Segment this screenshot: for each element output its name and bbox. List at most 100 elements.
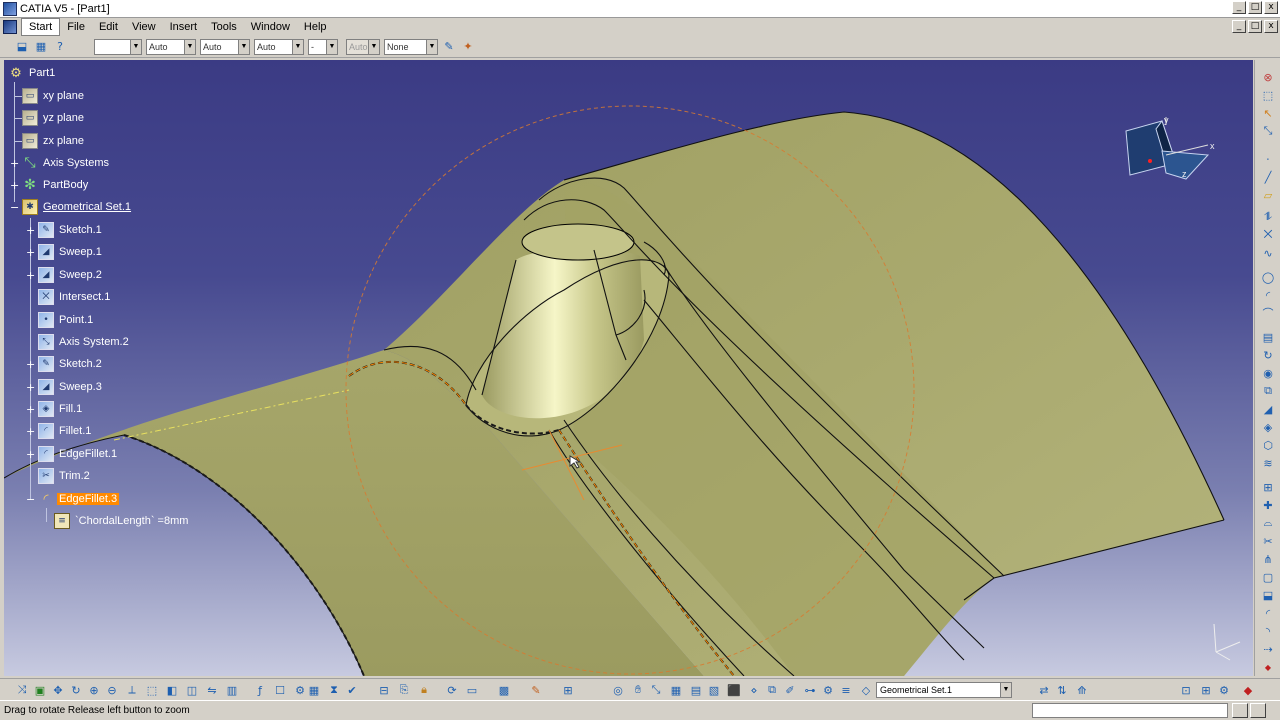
- wizard-icon[interactable]: ✦: [460, 39, 476, 55]
- compass-icon[interactable]: y x z: [1116, 115, 1216, 195]
- collapse-icon[interactable]: −: [26, 494, 35, 505]
- shading-icon[interactable]: ◧: [164, 682, 180, 698]
- expand-icon[interactable]: +: [26, 270, 35, 281]
- plane-icon[interactable]: ▱: [1260, 188, 1276, 202]
- healing-icon[interactable]: ✚: [1260, 498, 1276, 512]
- translate-icon[interactable]: ⇢: [1260, 642, 1276, 656]
- point-icon[interactable]: ⋅: [1260, 152, 1276, 166]
- multi-view-icon[interactable]: ⧉: [764, 682, 780, 698]
- tree-item-chordal-length[interactable]: ≡ `ChordalLength` =8mm: [54, 512, 190, 530]
- sphere-icon[interactable]: ◉: [1260, 366, 1276, 380]
- point-type-select[interactable]: - ▼: [308, 38, 338, 55]
- tree-item-point-1[interactable]: • Point.1: [38, 311, 95, 329]
- arrow-icon[interactable]: ↖: [1260, 106, 1276, 120]
- current-set-select[interactable]: Geometrical Set.1 ▼: [876, 682, 1012, 698]
- tree-item-sweep-2[interactable]: ◢ Sweep.2: [38, 266, 104, 284]
- tree-item-xy-plane[interactable]: ▭ xy plane: [22, 87, 86, 105]
- lock-icon[interactable]: 🔒︎: [416, 682, 432, 698]
- close-button[interactable]: x: [1264, 1, 1278, 14]
- tree-item-edgefillet-3[interactable]: ◜ EdgeFillet.3: [38, 490, 120, 508]
- select-icon[interactable]: ▣: [32, 682, 48, 698]
- select-icon[interactable]: ⬓: [14, 39, 30, 55]
- list-icon[interactable]: ≡: [838, 682, 854, 698]
- tree-item-sketch-1[interactable]: ✎ Sketch.1: [38, 221, 104, 239]
- tree-view-icon[interactable]: ⊶: [802, 682, 818, 698]
- grid-icon[interactable]: ▦: [668, 682, 684, 698]
- swap-visible-icon[interactable]: ⇋: [204, 682, 220, 698]
- edit-icon[interactable]: ✐: [782, 682, 798, 698]
- line-icon[interactable]: ╱: [1260, 170, 1276, 184]
- formula-icon[interactable]: ƒ: [252, 682, 268, 698]
- 3d-viewport[interactable]: ⚙ Part1 ▭ xy plane ▭ yz plane ▭ zx plane…: [4, 60, 1253, 676]
- copy-icon[interactable]: ⎘: [396, 682, 412, 698]
- hand-icon[interactable]: ✋︎: [630, 682, 646, 698]
- measure-icon[interactable]: ⊞: [560, 682, 576, 698]
- iso-view-icon[interactable]: ⬚: [144, 682, 160, 698]
- grid-snap-icon[interactable]: ▤: [688, 682, 704, 698]
- expand-icon[interactable]: +: [26, 225, 35, 236]
- transparency-select[interactable]: Auto ▼: [146, 38, 196, 55]
- tree-item-intersect-1[interactable]: ⨉ Intersect.1: [38, 288, 112, 306]
- doc-close-button[interactable]: x: [1264, 20, 1278, 33]
- join-icon[interactable]: ⊞: [1260, 480, 1276, 494]
- spline-icon[interactable]: ∿: [1260, 246, 1276, 260]
- exit-icon[interactable]: ⊗: [1260, 70, 1276, 84]
- shape-fillet-icon[interactable]: ◜: [1260, 606, 1276, 620]
- zoom-area-icon[interactable]: ⊡: [1178, 682, 1194, 698]
- fly-mode-icon[interactable]: ◎: [610, 682, 626, 698]
- tree-item-axis-systems[interactable]: ⤡ Axis Systems: [22, 154, 111, 172]
- normal-view-icon[interactable]: ⟂: [124, 682, 140, 698]
- zoom-out-icon[interactable]: ⊖: [104, 682, 120, 698]
- properties-painter-icon[interactable]: ✎: [441, 39, 457, 55]
- tree-item-sweep-3[interactable]: ◢ Sweep.3: [38, 378, 104, 396]
- offset-icon[interactable]: ⧉: [1260, 384, 1276, 398]
- vertex-icon[interactable]: ⋄: [746, 682, 762, 698]
- comment-icon[interactable]: ☐: [272, 682, 288, 698]
- fill-icon[interactable]: ◈: [1260, 420, 1276, 434]
- projection-icon[interactable]: ⥮: [1260, 210, 1276, 224]
- swap-icon[interactable]: ⤨: [14, 682, 30, 698]
- sketch-icon[interactable]: ⬚: [1260, 88, 1276, 102]
- tree-item-trim-2[interactable]: ✂ Trim.2: [38, 467, 92, 485]
- minimize-button[interactable]: _: [1232, 1, 1246, 14]
- line-thickness-select[interactable]: Auto ▼: [200, 38, 250, 55]
- law-icon[interactable]: ⧗: [326, 682, 342, 698]
- expand-icon[interactable]: +: [26, 426, 35, 437]
- extract-icon[interactable]: ⬓: [1260, 588, 1276, 602]
- intersection-icon[interactable]: ⨉: [1260, 228, 1276, 242]
- properties-icon[interactable]: ⚙: [820, 682, 836, 698]
- snap-icon[interactable]: ⊟: [376, 682, 392, 698]
- boundary-icon[interactable]: ▢: [1260, 570, 1276, 584]
- tree-item-edgefillet-1[interactable]: ◜ EdgeFillet.1: [38, 445, 119, 463]
- grid-icon[interactable]: ▦: [33, 39, 49, 55]
- expand-icon[interactable]: +: [26, 359, 35, 370]
- reorder-icon[interactable]: ⇅: [1054, 682, 1070, 698]
- tree-item-yz-plane[interactable]: ▭ yz plane: [22, 109, 86, 127]
- boss-top-face[interactable]: [521, 223, 635, 261]
- doc-restore-button[interactable]: □: [1248, 20, 1262, 33]
- tree-item-fillet-1[interactable]: ◜ Fillet.1: [38, 422, 93, 440]
- circle-icon[interactable]: ◯: [1260, 270, 1276, 284]
- work-object-icon[interactable]: ◇: [858, 682, 874, 698]
- blend-icon[interactable]: ≋: [1260, 456, 1276, 470]
- catalog-icon[interactable]: ▩: [496, 682, 512, 698]
- command-input[interactable]: [1032, 703, 1228, 718]
- menu-window[interactable]: Window: [244, 19, 297, 35]
- cut-plane-icon[interactable]: ▧: [706, 682, 722, 698]
- scan-icon[interactable]: ⟰: [1074, 682, 1090, 698]
- collapse-icon[interactable]: −: [10, 202, 19, 213]
- table-icon[interactable]: ▦: [306, 682, 322, 698]
- doc-minimize-button[interactable]: _: [1232, 20, 1246, 33]
- tree-root[interactable]: ⚙ Part1: [8, 64, 57, 82]
- menu-view[interactable]: View: [125, 19, 163, 35]
- document-icon[interactable]: [3, 20, 17, 34]
- split-icon[interactable]: ✂: [1260, 534, 1276, 548]
- connect-curve-icon[interactable]: ⌒: [1260, 306, 1276, 320]
- tree-item-sweep-1[interactable]: ◢ Sweep.1: [38, 243, 104, 261]
- sweep-icon[interactable]: ◢: [1260, 402, 1276, 416]
- color-select[interactable]: ▼: [94, 38, 142, 55]
- maximize-button[interactable]: □: [1248, 1, 1262, 14]
- tree-item-fill-1[interactable]: ◈ Fill.1: [38, 400, 84, 418]
- settings-icon[interactable]: ⚙: [1216, 682, 1232, 698]
- update-icon[interactable]: ⟳: [444, 682, 460, 698]
